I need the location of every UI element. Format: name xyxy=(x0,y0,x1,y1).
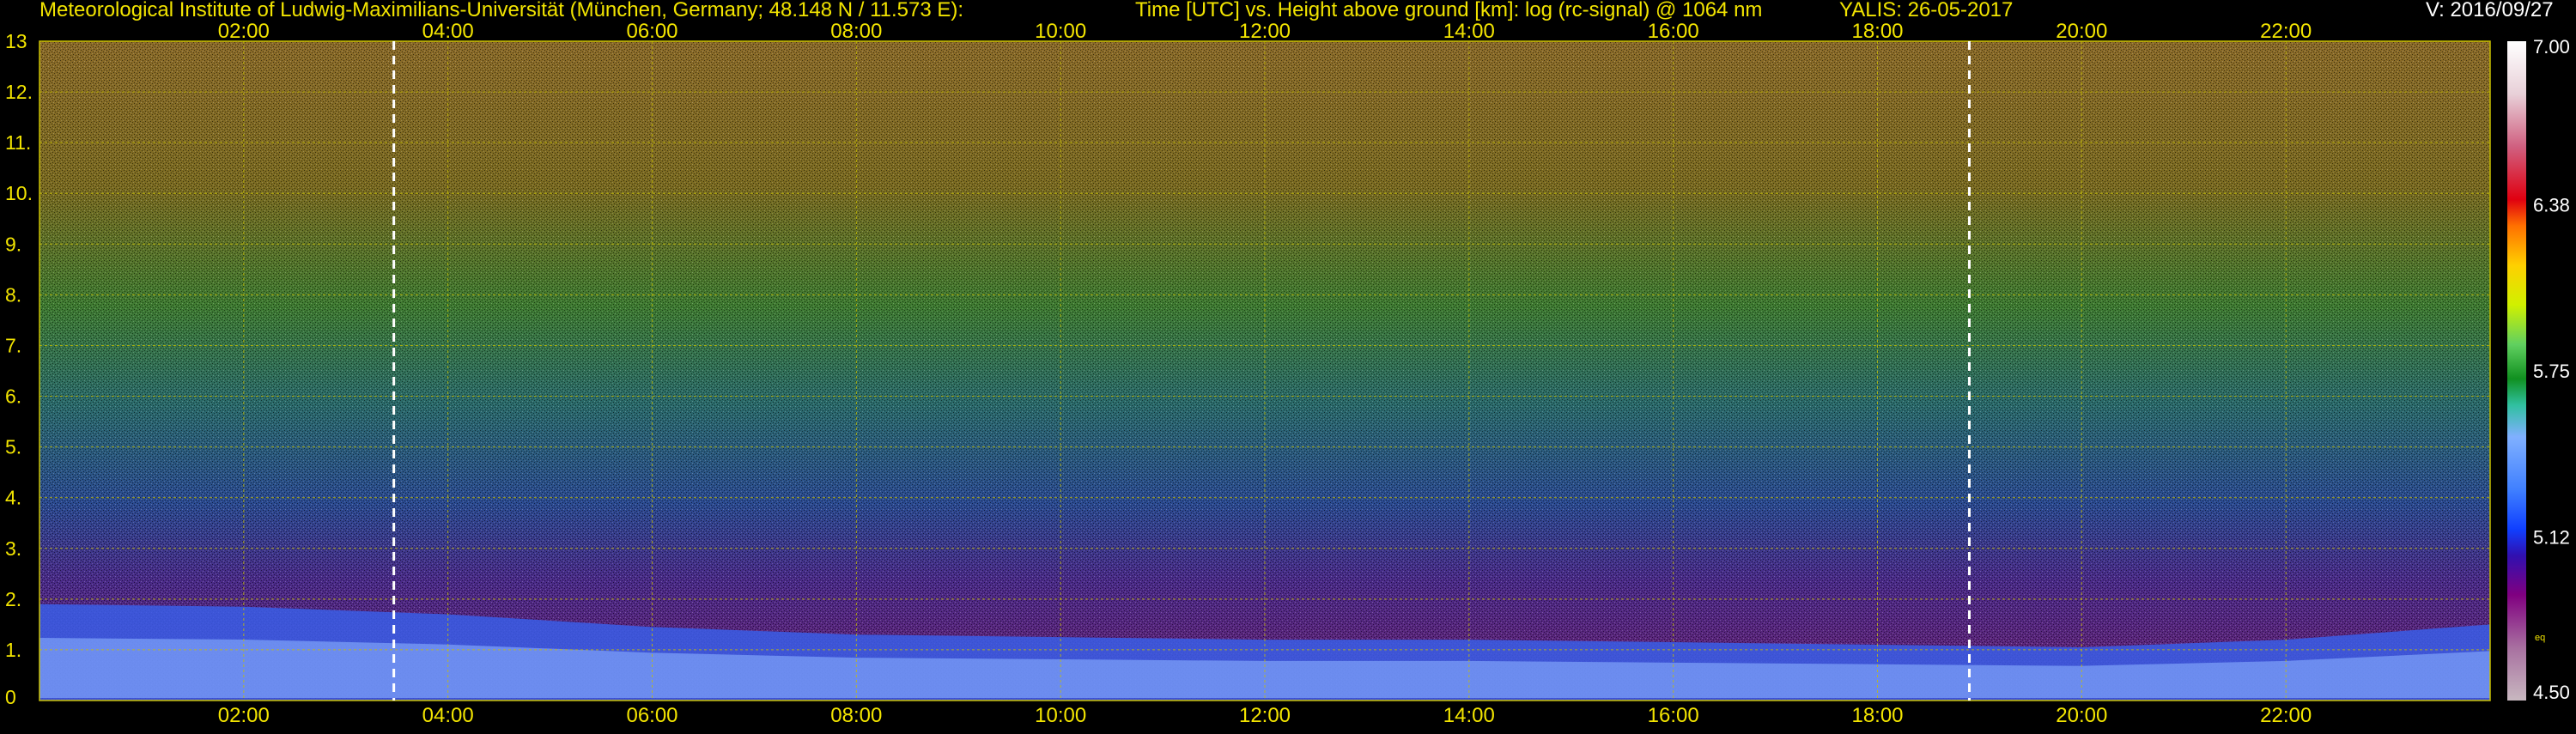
x-tick-label-top: 08:00 xyxy=(830,20,882,43)
y-tick-label: 1. xyxy=(5,639,21,661)
instrument-date: YALIS: 26-05-2017 xyxy=(1839,0,2013,21)
plot-area xyxy=(39,40,2491,701)
x-tick-label-bottom: 06:00 xyxy=(626,704,677,727)
y-tick-label: 7. xyxy=(5,334,21,356)
colorbar-ticks: 7.00 6.38 5.75 5.12 4.50 xyxy=(2533,36,2570,703)
x-tick-label-bottom: 12:00 xyxy=(1239,704,1291,727)
x-tick-label-top: 06:00 xyxy=(626,20,677,43)
x-tick-label-top: 04:00 xyxy=(422,20,474,43)
y-tick-label: 3. xyxy=(5,537,21,560)
y-tick-label: 13 xyxy=(5,30,27,52)
x-axis-bottom: 02:00 04:00 06:00 08:00 10:00 12:00 14:00 16:00… xyxy=(218,704,2312,727)
x-tick-label-top: 02:00 xyxy=(218,20,270,43)
x-tick-label-top: 10:00 xyxy=(1035,20,1086,43)
x-tick-label-top: 20:00 xyxy=(2056,20,2107,43)
chart-description: Time [UTC] vs. Height above ground [km]:… xyxy=(1135,0,1762,21)
x-tick-label-bottom: 18:00 xyxy=(1851,704,1903,727)
y-tick-label: 2. xyxy=(5,588,21,610)
y-tick-label: 0 xyxy=(5,686,16,708)
colorbar-scale xyxy=(2507,41,2526,701)
x-tick-label-top: 18:00 xyxy=(1851,20,1903,43)
colorbar-extra-label: eq xyxy=(2535,633,2545,643)
institute-title: Meteorological Institute of Ludwig-Maxim… xyxy=(39,0,963,21)
x-tick-label-bottom: 04:00 xyxy=(422,704,474,727)
y-tick-label: 6. xyxy=(5,385,21,408)
x-tick-label-bottom: 20:00 xyxy=(2056,704,2107,727)
x-tick-label-top: 22:00 xyxy=(2260,20,2312,43)
y-tick-label: 8. xyxy=(5,283,21,306)
x-tick-label-bottom: 08:00 xyxy=(830,704,882,727)
x-tick-label-top: 16:00 xyxy=(1648,20,1699,43)
y-tick-label: 11. xyxy=(5,131,31,154)
x-tick-label-bottom: 16:00 xyxy=(1648,704,1699,727)
x-tick-label-bottom: 14:00 xyxy=(1443,704,1495,727)
y-tick-label: 10. xyxy=(5,182,33,204)
version-label: V: 2016/09/27 xyxy=(2426,0,2554,21)
x-tick-label-top: 14:00 xyxy=(1443,20,1495,43)
colorbar-tick-label: 5.12 xyxy=(2533,527,2570,549)
y-tick-label: 5. xyxy=(5,436,21,458)
y-tick-label: 9. xyxy=(5,233,21,255)
colorbar-tick-label: 4.50 xyxy=(2533,682,2570,703)
colorbar-tick-label: 5.75 xyxy=(2533,361,2570,382)
lidar-quicklook: Meteorological Institute of Ludwig-Maxim… xyxy=(0,0,2576,730)
colorbar-tick-label: 6.38 xyxy=(2533,194,2570,215)
x-tick-label-top: 12:00 xyxy=(1239,20,1291,43)
colorbar-tick-label: 7.00 xyxy=(2533,36,2570,58)
colorbar: 7.00 6.38 5.75 5.12 4.50 eq xyxy=(2507,36,2570,703)
y-tick-label: 12. xyxy=(5,81,33,103)
x-axis-top: 02:00 04:00 06:00 08:00 10:00 12:00 14:00 16:00… xyxy=(218,20,2312,43)
y-tick-label: 4. xyxy=(5,487,21,509)
x-tick-label-bottom: 22:00 xyxy=(2260,704,2312,727)
x-tick-label-bottom: 02:00 xyxy=(218,704,270,727)
x-tick-label-bottom: 10:00 xyxy=(1035,704,1086,727)
lidar-chart-svg: Meteorological Institute of Ludwig-Maxim… xyxy=(5,0,2570,727)
y-axis: 0 1. 2. 3. 4. 5. 6. 7. 8. 9. 10. 11. 12. 13 xyxy=(5,30,33,708)
